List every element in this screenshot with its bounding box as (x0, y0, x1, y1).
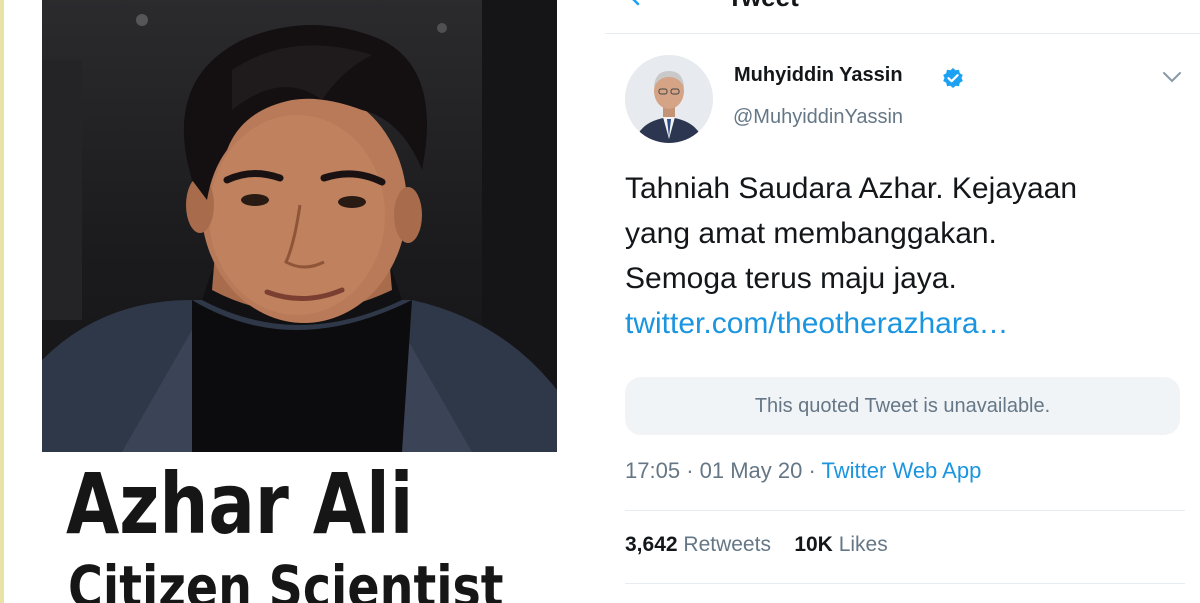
retweets-count: 3,642 (625, 533, 678, 556)
meta-separator: · (808, 458, 816, 483)
page-title: Tweet (727, 0, 799, 13)
avatar[interactable] (625, 55, 713, 143)
divider (625, 583, 1185, 584)
quoted-tweet-unavailable-text: This quoted Tweet is unavailable. (754, 394, 1051, 417)
poster-name: Azhar Ali (66, 455, 414, 553)
tweet-text-line: yang amat membanggakan. (625, 217, 997, 250)
tweet-stats: 3,642 Retweets 10K Likes (625, 533, 888, 557)
author-name[interactable]: Muhyiddin Yassin (734, 64, 903, 87)
tweet-date[interactable]: 01 May 20 (700, 458, 803, 483)
back-arrow-icon[interactable] (627, 0, 653, 6)
retweets-label: Retweets (683, 533, 771, 556)
tweet-text-line: Semoga terus maju jaya. (625, 262, 957, 295)
meta-separator: · (686, 458, 694, 483)
likes-stat[interactable]: 10K Likes (794, 533, 887, 556)
tweet-meta: 17:05 · 01 May 20 · Twitter Web App (625, 458, 981, 484)
verified-badge-icon (943, 68, 963, 88)
portrait-photo (42, 0, 557, 452)
poster-accent-stripe (0, 0, 4, 603)
quoted-tweet-card[interactable]: This quoted Tweet is unavailable. (625, 377, 1180, 435)
likes-label: Likes (838, 533, 888, 556)
tweet-text: Tahniah Saudara Azhar. Kejayaan yang ama… (625, 166, 1185, 346)
tweet-panel: Tweet Muhyiddin Yassin @MuhyiddinYassin … (605, 0, 1200, 603)
poster-role: Citizen Scientist (68, 553, 504, 603)
header-divider (605, 33, 1200, 34)
likes-count: 10K (794, 533, 833, 556)
tweet-time[interactable]: 17:05 (625, 458, 680, 483)
poster-panel: Azhar Ali Citizen Scientist (0, 0, 605, 603)
divider (625, 510, 1185, 511)
author-handle[interactable]: @MuhyiddinYassin (733, 106, 903, 129)
tweet-link[interactable]: twitter.com/theotherazhara… (625, 301, 1185, 346)
tweet-text-line: Tahniah Saudara Azhar. Kejayaan (625, 172, 1078, 205)
retweets-stat[interactable]: 3,642 Retweets (625, 533, 777, 556)
chevron-down-icon[interactable] (1162, 70, 1182, 84)
tweet-source-link[interactable]: Twitter Web App (822, 458, 982, 483)
